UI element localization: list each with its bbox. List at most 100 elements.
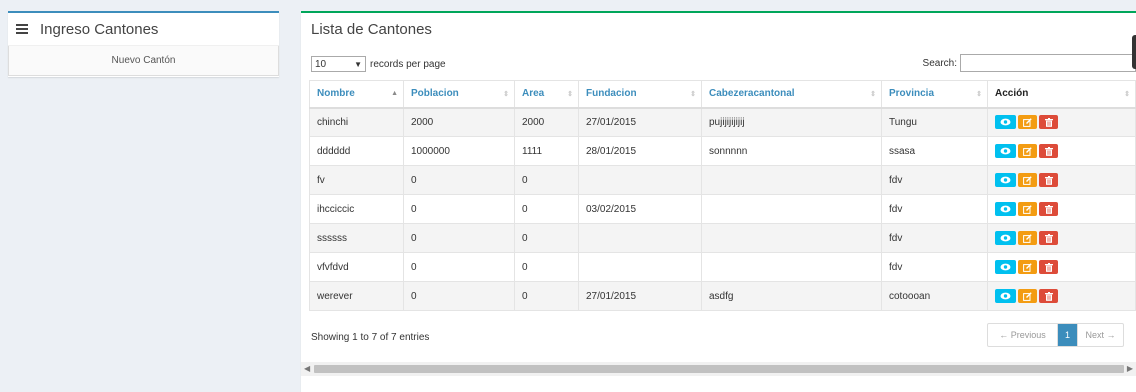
scrollbar-thumb[interactable] [314, 365, 1124, 373]
col-poblacion[interactable]: Poblacion ⇕ [403, 80, 515, 109]
trash-icon [1044, 291, 1053, 301]
cell-nombre: dddddd [309, 136, 404, 166]
edit-button[interactable] [1018, 231, 1037, 245]
col-provincia[interactable]: Provincia ⇕ [881, 80, 988, 109]
cell-poblacion: 0 [403, 281, 515, 311]
page-length-select[interactable]: 10 ▼ [311, 56, 366, 72]
view-button[interactable] [995, 260, 1016, 274]
cell-fundacion [578, 252, 702, 282]
table-row: fv 0 0 fdv [309, 165, 1136, 195]
view-button[interactable] [995, 289, 1016, 303]
cell-cabezeracantonal [701, 252, 882, 282]
cell-area: 0 [514, 281, 579, 311]
cell-nombre: werever [309, 281, 404, 311]
edit-icon [1023, 233, 1032, 243]
delete-button[interactable] [1039, 260, 1058, 274]
ingreso-cantones-panel: Ingreso Cantones Nuevo Cantón [8, 11, 279, 77]
table-body: chinchi 2000 2000 27/01/2015 pujijijijijij Tu… [309, 107, 1136, 311]
search-area: Search: [923, 54, 1136, 72]
table-row: werever 0 0 27/01/2015 asdfg cotoooan [309, 281, 1136, 311]
row-actions [995, 144, 1128, 158]
scroll-left-icon[interactable]: ◀ [304, 364, 310, 373]
row-actions [995, 289, 1128, 303]
edit-button[interactable] [1018, 173, 1037, 187]
delete-button[interactable] [1039, 289, 1058, 303]
cell-fundacion [578, 165, 702, 195]
trash-icon [1044, 204, 1053, 214]
vertical-scroll-handle[interactable] [1132, 35, 1136, 69]
search-input[interactable] [960, 54, 1136, 72]
cell-area: 0 [514, 223, 579, 253]
eye-icon [1000, 234, 1011, 242]
horizontal-scrollbar[interactable]: ◀ ▶ [301, 362, 1136, 376]
cell-cabezeracantonal: pujijijijijij [701, 107, 882, 137]
view-button[interactable] [995, 173, 1016, 187]
delete-button[interactable] [1039, 144, 1058, 158]
edit-icon [1023, 118, 1032, 127]
trash-icon [1044, 175, 1053, 185]
cell-area: 0 [514, 194, 579, 224]
cell-accion [987, 252, 1136, 282]
table-header-row: Nombre ▲ Poblacion ⇕ Area ⇕ Fundacion ⇕ Cabe… [309, 80, 1136, 109]
col-fundacion[interactable]: Fundacion ⇕ [578, 80, 702, 109]
eye-icon [1000, 147, 1011, 155]
view-button[interactable] [995, 202, 1016, 216]
trash-icon [1044, 262, 1053, 272]
cell-poblacion: 0 [403, 223, 515, 253]
col-area[interactable]: Area ⇕ [514, 80, 579, 109]
view-button[interactable] [995, 144, 1016, 158]
table-row: ssssss 0 0 fdv [309, 223, 1136, 253]
eye-icon [1000, 118, 1011, 126]
cell-nombre: chinchi [309, 107, 404, 137]
sort-icon: ⇕ [503, 91, 509, 98]
cell-area: 2000 [514, 107, 579, 137]
search-label: Search: [922, 57, 957, 69]
eye-icon [1000, 263, 1011, 271]
edit-button[interactable] [1018, 202, 1037, 216]
edit-icon [1023, 291, 1032, 301]
scroll-right-icon[interactable]: ▶ [1127, 364, 1133, 373]
cell-accion [987, 136, 1136, 166]
edit-button[interactable] [1018, 144, 1037, 158]
row-actions [995, 260, 1128, 274]
hamburger-icon[interactable] [16, 24, 28, 34]
cell-accion [987, 107, 1136, 137]
sort-icon: ⇕ [1124, 91, 1130, 98]
eye-icon [1000, 292, 1011, 300]
nuevo-canton-button[interactable]: Nuevo Cantón [8, 46, 279, 76]
sort-icon: ⇕ [870, 91, 876, 98]
table-row: dddddd 1000000 1111 28/01/2015 sonnnnn ssasa [309, 136, 1136, 166]
page-1-button[interactable]: 1 [1058, 324, 1077, 346]
view-button[interactable] [995, 231, 1016, 245]
panel-title: Ingreso Cantones [40, 20, 159, 38]
cell-nombre: vfvfdvd [309, 252, 404, 282]
pagination: ← Previous 1 Next → [987, 323, 1124, 347]
edit-icon [1023, 262, 1032, 272]
cell-provincia: fdv [881, 194, 988, 224]
edit-button[interactable] [1018, 260, 1037, 274]
edit-icon [1023, 146, 1032, 156]
col-accion[interactable]: Acción ⇕ [987, 80, 1136, 109]
dropdown-arrow-icon: ▼ [354, 59, 362, 69]
cell-accion [987, 281, 1136, 311]
delete-button[interactable] [1039, 173, 1058, 187]
col-cabezeracantonal[interactable]: Cabezeracantonal ⇕ [701, 80, 882, 109]
cell-cabezeracantonal [701, 223, 882, 253]
previous-page-button[interactable]: ← Previous [988, 324, 1058, 346]
delete-button[interactable] [1039, 231, 1058, 245]
edit-button[interactable] [1018, 115, 1037, 130]
edit-icon [1023, 175, 1032, 185]
delete-button[interactable] [1039, 202, 1058, 216]
cell-cabezeracantonal [701, 165, 882, 195]
col-nombre[interactable]: Nombre ▲ [309, 80, 404, 109]
cell-nombre: ihcciccic [309, 194, 404, 224]
row-actions [995, 231, 1128, 245]
delete-button[interactable] [1039, 115, 1058, 130]
view-button[interactable] [995, 115, 1016, 130]
cell-fundacion: 27/01/2015 [578, 281, 702, 311]
table-row: vfvfdvd 0 0 fdv [309, 252, 1136, 282]
row-actions [995, 202, 1128, 216]
edit-button[interactable] [1018, 289, 1037, 303]
records-per-page: 10 ▼ records per page [311, 56, 446, 72]
next-page-button[interactable]: Next → [1077, 324, 1123, 346]
